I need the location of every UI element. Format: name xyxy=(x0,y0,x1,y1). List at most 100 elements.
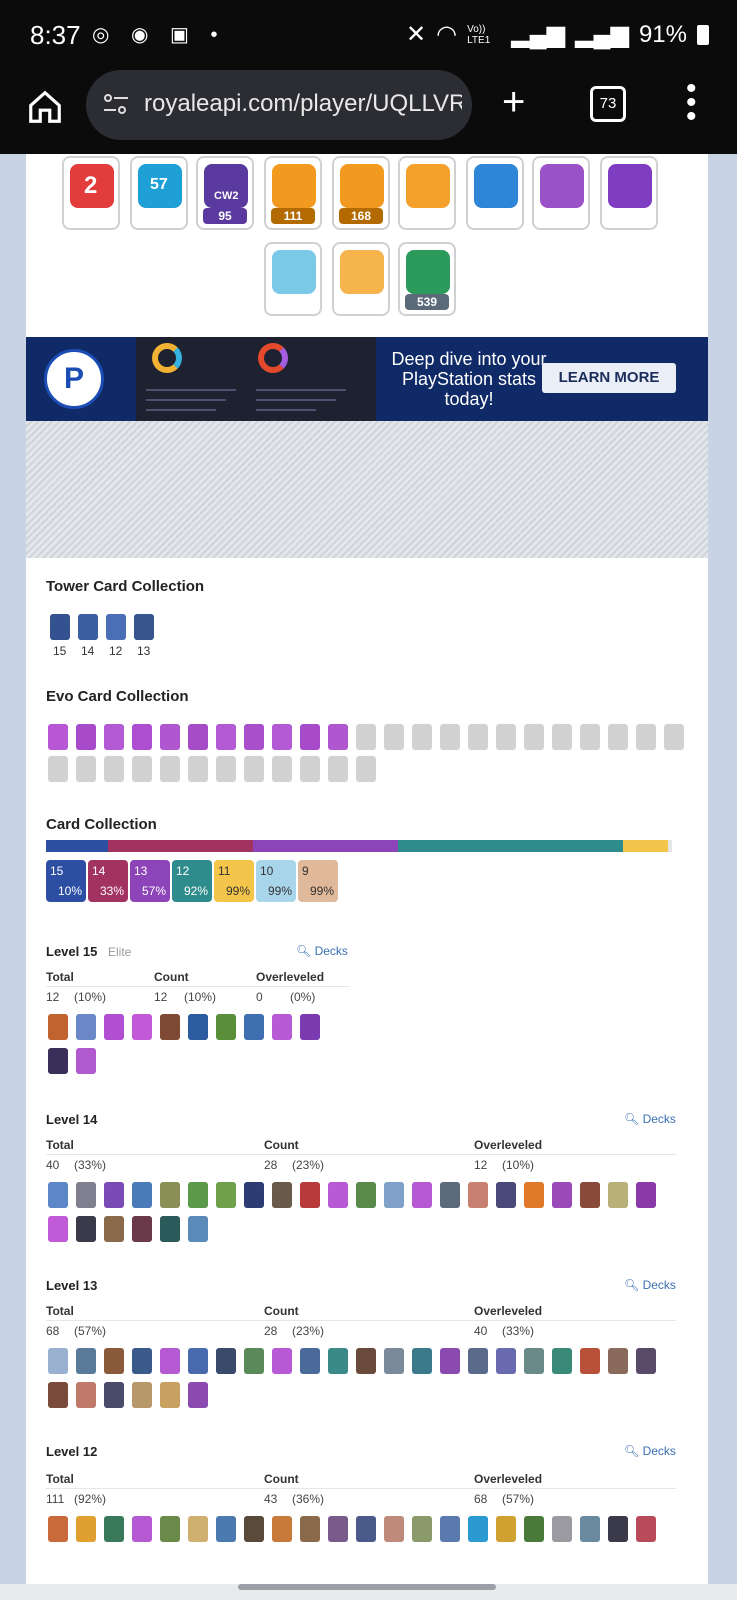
card-icon[interactable] xyxy=(188,1014,208,1040)
card-icon[interactable] xyxy=(160,1348,180,1374)
card-icon[interactable] xyxy=(132,1516,152,1542)
evo-card-locked[interactable] xyxy=(244,756,264,782)
badge-item[interactable] xyxy=(600,156,658,230)
card-icon[interactable] xyxy=(76,1014,96,1040)
evo-card-locked[interactable] xyxy=(496,724,516,750)
card-icon[interactable] xyxy=(300,1014,320,1040)
card-icon[interactable] xyxy=(524,1516,544,1542)
evo-card-locked[interactable] xyxy=(636,724,656,750)
badge-item[interactable]: 539 xyxy=(398,242,456,316)
card-icon[interactable] xyxy=(440,1348,460,1374)
home-gesture-handle[interactable] xyxy=(238,1584,496,1590)
card-icon[interactable] xyxy=(552,1182,572,1208)
card-icon[interactable] xyxy=(496,1348,516,1374)
card-icon[interactable] xyxy=(188,1516,208,1542)
evo-card[interactable] xyxy=(160,724,180,750)
evo-card-locked[interactable] xyxy=(104,756,124,782)
site-settings-icon[interactable] xyxy=(102,92,130,116)
tower-card[interactable] xyxy=(50,614,70,640)
url-text[interactable]: royaleapi.com/player/UQLLVR xyxy=(144,90,462,118)
card-icon[interactable] xyxy=(48,1014,68,1040)
card-icon[interactable] xyxy=(48,1382,68,1408)
evo-card-locked[interactable] xyxy=(216,756,236,782)
card-icon[interactable] xyxy=(272,1014,292,1040)
evo-card-locked[interactable] xyxy=(272,756,292,782)
badge-item[interactable] xyxy=(466,156,524,230)
card-icon[interactable] xyxy=(552,1516,572,1542)
evo-card-locked[interactable] xyxy=(356,756,376,782)
card-icon[interactable] xyxy=(356,1348,376,1374)
new-tab-icon[interactable]: + xyxy=(502,80,525,125)
card-icon[interactable] xyxy=(160,1382,180,1408)
evo-card[interactable] xyxy=(216,724,236,750)
card-icon[interactable] xyxy=(132,1382,152,1408)
card-icon[interactable] xyxy=(104,1182,124,1208)
card-icon[interactable] xyxy=(384,1516,404,1542)
decks-link[interactable]: 🔍︎ Decks xyxy=(624,1112,676,1126)
tower-card[interactable] xyxy=(78,614,98,640)
card-icon[interactable] xyxy=(636,1348,656,1374)
card-icon[interactable] xyxy=(272,1516,292,1542)
level-pill[interactable]: 11 99% xyxy=(214,860,254,902)
badge-item[interactable]: 57 xyxy=(130,156,188,230)
card-icon[interactable] xyxy=(76,1382,96,1408)
tower-card[interactable] xyxy=(106,614,126,640)
card-icon[interactable] xyxy=(272,1182,292,1208)
card-icon[interactable] xyxy=(608,1182,628,1208)
evo-card[interactable] xyxy=(104,724,124,750)
decks-link[interactable]: 🔍︎ Decks xyxy=(624,1278,676,1292)
badge-item[interactable]: 168 xyxy=(332,156,390,230)
card-icon[interactable] xyxy=(48,1182,68,1208)
card-icon[interactable] xyxy=(48,1516,68,1542)
card-icon[interactable] xyxy=(412,1348,432,1374)
evo-card-locked[interactable] xyxy=(552,724,572,750)
card-icon[interactable] xyxy=(300,1182,320,1208)
card-icon[interactable] xyxy=(636,1182,656,1208)
card-icon[interactable] xyxy=(468,1182,488,1208)
card-icon[interactable] xyxy=(328,1516,348,1542)
evo-card-locked[interactable] xyxy=(160,756,180,782)
evo-card[interactable] xyxy=(132,724,152,750)
card-icon[interactable] xyxy=(76,1216,96,1242)
evo-card[interactable] xyxy=(272,724,292,750)
evo-card[interactable] xyxy=(328,724,348,750)
level-pill[interactable]: 10 99% xyxy=(256,860,296,902)
level-pill[interactable]: 9 99% xyxy=(298,860,338,902)
evo-card-locked[interactable] xyxy=(608,724,628,750)
card-icon[interactable] xyxy=(580,1182,600,1208)
card-icon[interactable] xyxy=(384,1348,404,1374)
card-icon[interactable] xyxy=(272,1348,292,1374)
card-icon[interactable] xyxy=(160,1014,180,1040)
more-menu-icon[interactable]: • • • xyxy=(686,74,697,132)
level-pill[interactable]: 12 92% xyxy=(172,860,212,902)
evo-card-locked[interactable] xyxy=(468,724,488,750)
evo-card[interactable] xyxy=(188,724,208,750)
card-icon[interactable] xyxy=(356,1182,376,1208)
card-icon[interactable] xyxy=(160,1182,180,1208)
evo-card[interactable] xyxy=(48,724,68,750)
badge-item[interactable]: CW2 95 xyxy=(196,156,254,230)
card-icon[interactable] xyxy=(76,1182,96,1208)
card-icon[interactable] xyxy=(496,1182,516,1208)
card-icon[interactable] xyxy=(412,1516,432,1542)
evo-card-locked[interactable] xyxy=(664,724,684,750)
evo-card-locked[interactable] xyxy=(76,756,96,782)
evo-card-locked[interactable] xyxy=(580,724,600,750)
badge-item[interactable] xyxy=(398,156,456,230)
card-icon[interactable] xyxy=(328,1348,348,1374)
evo-card-locked[interactable] xyxy=(356,724,376,750)
level-pill[interactable]: 13 57% xyxy=(130,860,170,902)
card-icon[interactable] xyxy=(188,1382,208,1408)
card-icon[interactable] xyxy=(132,1216,152,1242)
card-icon[interactable] xyxy=(104,1348,124,1374)
card-icon[interactable] xyxy=(188,1182,208,1208)
card-icon[interactable] xyxy=(496,1516,516,1542)
card-icon[interactable] xyxy=(132,1348,152,1374)
card-icon[interactable] xyxy=(216,1348,236,1374)
card-icon[interactable] xyxy=(216,1014,236,1040)
evo-card-locked[interactable] xyxy=(300,756,320,782)
evo-card-locked[interactable] xyxy=(412,724,432,750)
card-icon[interactable] xyxy=(104,1014,124,1040)
evo-card[interactable] xyxy=(244,724,264,750)
evo-card-locked[interactable] xyxy=(384,724,404,750)
